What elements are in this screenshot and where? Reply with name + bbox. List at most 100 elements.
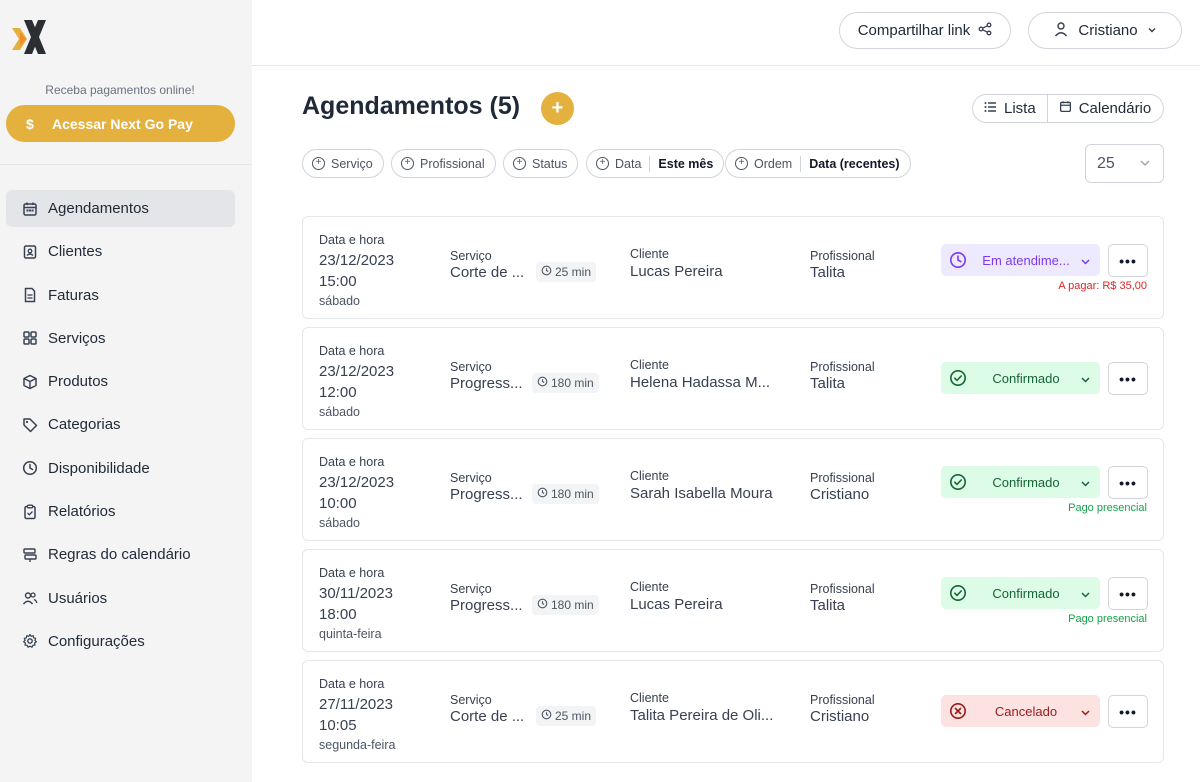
status-dropdown[interactable]: Em atendime... <box>941 244 1100 276</box>
filter-professional-label: Profissional <box>420 156 485 171</box>
share-link-button[interactable]: Compartilhar link <box>839 12 1011 49</box>
sidebar-item-regras-calendario[interactable]: Regras do calendário <box>6 536 235 573</box>
filter-status[interactable]: + Status <box>503 149 579 178</box>
sidebar-item-label: Categorias <box>48 416 121 434</box>
sidebar-item-clientes[interactable]: Clientes <box>6 233 235 270</box>
appointment-card[interactable]: Data e hora 27/11/2023 10:05 segunda-fei… <box>302 660 1164 763</box>
date-column: Data e hora 23/12/2023 10:00 sábado <box>319 453 394 533</box>
check-circle-icon <box>949 473 967 491</box>
duration-value: 25 min <box>555 265 592 279</box>
duration-badge: 25 min <box>536 262 597 282</box>
chevron-down-icon <box>1080 706 1091 717</box>
appointment-client: Lucas Pereira <box>630 263 723 280</box>
appointment-client: Helena Hadassa M... <box>630 374 771 391</box>
view-calendar-button[interactable]: Calendário <box>1046 95 1163 122</box>
add-appointment-button[interactable]: + <box>541 92 574 125</box>
appointment-date: 23/12/2023 <box>319 252 395 269</box>
gear-icon <box>22 632 48 650</box>
appointment-weekday: sábado <box>319 294 361 308</box>
plus-circle-icon: + <box>401 157 414 170</box>
service-label: Serviço <box>450 249 492 263</box>
sidebar-item-disponibilidade[interactable]: Disponibilidade <box>6 450 235 487</box>
more-options-button[interactable]: ••• <box>1108 466 1148 499</box>
appointment-service: Progress... <box>450 597 523 614</box>
page-size-select[interactable]: 25 <box>1085 144 1164 183</box>
status-label: Confirmado <box>992 370 1060 386</box>
sidebar-item-configuracoes[interactable]: Configurações <box>6 623 235 660</box>
client-column: Cliente Helena Hadassa M... <box>630 358 770 392</box>
filter-service[interactable]: + Serviço <box>302 149 384 178</box>
plus-circle-icon: + <box>513 157 526 170</box>
status-dropdown[interactable]: Confirmado <box>941 466 1100 498</box>
clock-icon <box>949 251 967 269</box>
sidebar-item-servicos[interactable]: Serviços <box>6 320 235 357</box>
clock-icon <box>537 376 548 390</box>
appointment-weekday: sábado <box>319 405 361 419</box>
status-dropdown[interactable]: Cancelado <box>941 695 1100 727</box>
grid-icon <box>22 329 48 347</box>
sidebar-item-label: Regras do calendário <box>48 546 191 564</box>
plus-circle-icon: + <box>312 157 325 170</box>
sidebar-divider <box>0 164 252 165</box>
appointment-date: 27/11/2023 <box>319 696 393 713</box>
sidebar-item-usuarios[interactable]: Usuários <box>6 580 235 617</box>
sidebar-item-categorias[interactable]: Categorias <box>6 406 235 443</box>
clock-icon <box>541 265 552 279</box>
user-icon <box>1053 21 1069 41</box>
appointment-time: 10:00 <box>319 495 357 512</box>
more-options-button[interactable]: ••• <box>1108 362 1148 395</box>
sidebar-item-produtos[interactable]: Produtos <box>6 363 235 400</box>
appointment-time: 15:00 <box>319 273 357 290</box>
appointment-card[interactable]: Data e hora 23/12/2023 15:00 sábado Serv… <box>302 216 1164 319</box>
duration-value: 180 min <box>551 376 594 390</box>
sidebar-item-label: Serviços <box>48 329 106 347</box>
status-dropdown[interactable]: Confirmado <box>941 577 1100 609</box>
next-go-pay-button[interactable]: $ Acessar Next Go Pay <box>6 105 235 142</box>
sidebar-item-label: Configurações <box>48 632 145 650</box>
client-label: Cliente <box>630 358 669 372</box>
chevron-down-icon <box>1080 373 1091 384</box>
view-toggle: Lista Calendário <box>972 94 1164 123</box>
professional-column: Profissional Cristiano <box>810 471 875 504</box>
sidebar-nav: Agendamentos Clientes Faturas Serviços P… <box>6 190 235 666</box>
sidebar-item-agendamentos[interactable]: Agendamentos <box>6 190 235 227</box>
status-label: Cancelado <box>994 703 1058 719</box>
users-icon <box>22 589 48 607</box>
appointment-professional: Cristiano <box>810 708 870 725</box>
signpost-icon <box>22 546 48 564</box>
service-column: Serviço Corte de ... <box>450 693 524 726</box>
professional-column: Profissional Talita <box>810 360 875 393</box>
date-label: Data e hora <box>319 233 385 247</box>
appointment-client: Lucas Pereira <box>630 596 723 613</box>
appointment-card[interactable]: Data e hora 30/11/2023 18:00 quinta-feir… <box>302 549 1164 652</box>
view-list-button[interactable]: Lista <box>973 95 1047 122</box>
view-list-label: Lista <box>1004 100 1036 117</box>
clipboard-icon <box>22 503 48 521</box>
duration-value: 180 min <box>551 487 594 501</box>
status-dropdown[interactable]: Confirmado <box>941 362 1100 394</box>
more-options-button[interactable]: ••• <box>1108 244 1148 277</box>
appointment-card[interactable]: Data e hora 23/12/2023 10:00 sábado Serv… <box>302 438 1164 541</box>
filter-professional[interactable]: + Profissional <box>391 149 496 178</box>
client-label: Cliente <box>630 247 669 261</box>
service-column: Serviço Corte de ... <box>450 249 524 282</box>
sidebar-item-label: Usuários <box>48 589 108 607</box>
appointment-card[interactable]: Data e hora 23/12/2023 12:00 sábado Serv… <box>302 327 1164 430</box>
filter-date-label: Data <box>615 156 642 171</box>
filter-date[interactable]: + Data Este mês <box>586 149 725 178</box>
sidebar-item-label: Produtos <box>48 373 109 391</box>
sidebar-item-relatorios[interactable]: Relatórios <box>6 493 235 530</box>
user-menu-button[interactable]: Cristiano <box>1028 12 1182 49</box>
dollar-icon: $ <box>26 115 34 132</box>
date-column: Data e hora 23/12/2023 15:00 sábado <box>319 231 394 311</box>
professional-label: Profissional <box>810 582 875 596</box>
appointment-client: Talita Pereira de Oli... <box>630 707 774 724</box>
tag-icon <box>22 416 48 434</box>
package-icon <box>22 373 48 391</box>
more-options-button[interactable]: ••• <box>1108 577 1148 610</box>
next-logo-icon[interactable] <box>10 16 50 58</box>
sidebar-item-faturas[interactable]: Faturas <box>6 277 235 314</box>
user-name: Cristiano <box>1078 22 1138 39</box>
more-options-button[interactable]: ••• <box>1108 695 1148 728</box>
filter-order[interactable]: + Ordem Data (recentes) <box>725 149 911 178</box>
